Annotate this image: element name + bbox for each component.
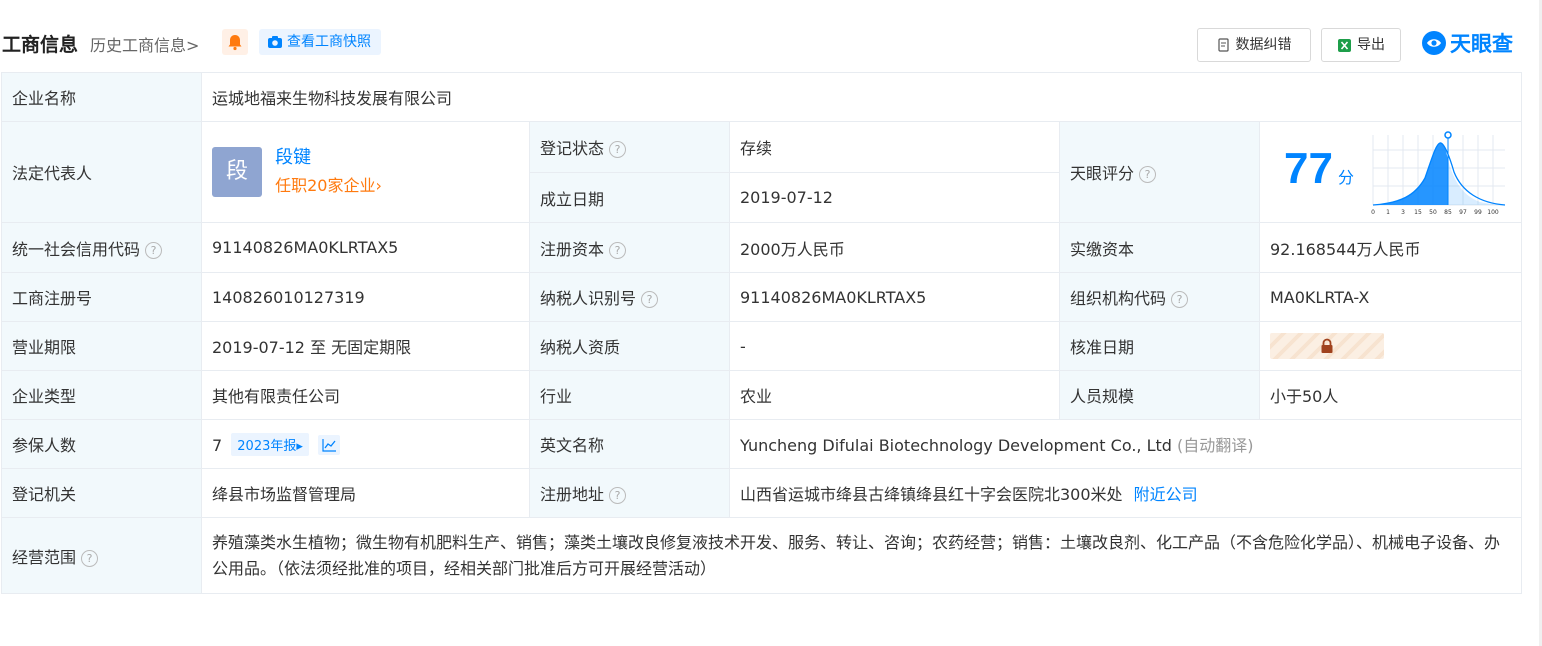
chart-tick: 97	[1459, 209, 1467, 216]
avatar[interactable]: 段	[212, 147, 262, 197]
credit-code-label: 统一社会信用代码?	[1, 222, 202, 273]
help-icon[interactable]: ?	[641, 291, 659, 308]
export-button[interactable]: 导出	[1321, 28, 1401, 62]
chart-tick: 15	[1414, 209, 1422, 216]
table-row: 企业名称 运城地福来生物科技发展有限公司	[1, 72, 1522, 122]
company-name-value: 运城地福来生物科技发展有限公司	[201, 72, 1522, 122]
reg-number-value: 140826010127319	[201, 272, 530, 322]
scope-value: 养殖藻类水生植物；微生物有机肥料生产、销售；藻类土壤改良修复液技术开发、服务、转…	[201, 517, 1522, 594]
legal-rep-cell: 段 段键 任职20家企业›	[201, 121, 530, 223]
chart-tick: 3	[1401, 209, 1405, 216]
company-type-label: 企业类型	[1, 370, 202, 420]
annual-report-button[interactable]: 2023年报▸	[231, 432, 309, 456]
bell-icon[interactable]	[222, 29, 248, 55]
scope-label: 经营范围?	[1, 517, 202, 594]
chart-tick: 1	[1386, 209, 1390, 216]
help-icon[interactable]: ?	[81, 549, 99, 567]
auto-translate-note: (自动翻译)	[1177, 436, 1254, 455]
table-row: 企业类型 其他有限责任公司 行业 农业 人员规模 小于50人	[1, 370, 1522, 420]
section-header: 工商信息 历史工商信息> 查看工商快照 数据纠错 导出 天眼查	[0, 28, 1542, 62]
data-correct-button[interactable]: 数据纠错	[1197, 28, 1311, 62]
table-row: 营业期限 2019-07-12 至 无固定期限 纳税人资质 - 核准日期	[1, 321, 1522, 371]
approval-date-label: 核准日期	[1059, 321, 1260, 371]
reg-status-label: 登记状态?	[529, 121, 730, 173]
taxpayer-id-label: 纳税人识别号?	[529, 272, 730, 322]
insured-cell: 7 2023年报▸	[201, 419, 530, 469]
address-value: 山西省运城市绛县古绛镇绛县红十字会医院北300米处	[740, 485, 1123, 504]
score-unit: 分	[1338, 168, 1355, 187]
history-info-link[interactable]: 历史工商信息>	[90, 32, 199, 56]
chart-tick: 0	[1371, 209, 1375, 216]
help-icon[interactable]: ?	[609, 487, 627, 504]
taxpayer-qual-value: -	[729, 321, 1060, 371]
authority-label: 登记机关	[1, 468, 202, 518]
score-distribution-chart: 0 1 3 15 50 85 97 99 100	[1371, 131, 1506, 216]
locked-value[interactable]	[1270, 333, 1384, 359]
nearby-companies-link[interactable]: 附近公司	[1134, 485, 1198, 504]
founded-value: 2019-07-12	[729, 172, 1060, 223]
legal-rep-name-link[interactable]: 段键	[275, 144, 382, 172]
score-cell[interactable]: 77 分 0 1 3 15 50 85 97 99 100	[1259, 121, 1522, 223]
help-icon[interactable]: ?	[609, 141, 627, 158]
english-name-cell: Yuncheng Difulai Biotechnology Developme…	[729, 419, 1522, 469]
table-row: 法定代表人 段 段键 任职20家企业› 登记状态? 存续 天眼评分? 77 分	[1, 121, 1522, 223]
paid-capital-value: 92.168544万人民币	[1259, 222, 1522, 273]
help-icon[interactable]: ?	[145, 241, 163, 259]
insured-value: 7	[212, 435, 223, 455]
chart-tick: 50	[1429, 209, 1437, 216]
reg-capital-value: 2000万人民币	[729, 222, 1060, 273]
staff-size-value: 小于50人	[1259, 370, 1522, 420]
section-title: 工商信息	[2, 34, 79, 56]
insured-label: 参保人数	[1, 419, 202, 469]
positions-link[interactable]: 任职20家企业›	[275, 172, 382, 200]
staff-size-label: 人员规模	[1059, 370, 1260, 420]
credit-code-value: 91140826MA0KLRTAX5	[201, 222, 530, 273]
term-label: 营业期限	[1, 321, 202, 371]
tianyancha-logo: 天眼查	[1421, 28, 1513, 58]
business-info-table: 企业名称 运城地福来生物科技发展有限公司 法定代表人 段 段键 任职20家企业›…	[1, 72, 1522, 594]
help-icon[interactable]: ?	[609, 241, 627, 259]
eye-logo-icon	[1422, 31, 1446, 55]
chart-tick: 85	[1444, 209, 1452, 216]
table-row: 工商注册号 140826010127319 纳税人识别号? 91140826MA…	[1, 272, 1522, 322]
approval-date-value	[1259, 321, 1522, 371]
chart-tick: 100	[1487, 209, 1499, 216]
table-row: 参保人数 7 2023年报▸ 英文名称 Yuncheng Difulai Bio…	[1, 419, 1522, 469]
address-cell: 山西省运城市绛县古绛镇绛县红十字会医院北300米处 附近公司	[729, 468, 1522, 518]
english-name-label: 英文名称	[529, 419, 730, 469]
chart-tick: 99	[1474, 209, 1482, 216]
document-edit-icon	[1217, 38, 1229, 52]
authority-value: 绛县市场监督管理局	[201, 468, 530, 518]
org-code-value: MA0KLRTA-X	[1259, 272, 1522, 322]
taxpayer-id-value: 91140826MA0KLRTAX5	[729, 272, 1060, 322]
industry-value: 农业	[729, 370, 1060, 420]
excel-icon	[1338, 38, 1351, 52]
help-icon[interactable]: ?	[1139, 166, 1157, 183]
table-row: 统一社会信用代码? 91140826MA0KLRTAX5 注册资本? 2000万…	[1, 222, 1522, 273]
trend-chart-icon[interactable]	[318, 434, 340, 455]
legal-rep-label: 法定代表人	[1, 121, 202, 223]
founded-label: 成立日期	[529, 172, 730, 223]
reg-status-value: 存续	[729, 121, 1060, 173]
table-row: 登记机关 绛县市场监督管理局 注册地址? 山西省运城市绛县古绛镇绛县红十字会医院…	[1, 468, 1522, 518]
snapshot-label: 查看工商快照	[287, 34, 371, 50]
industry-label: 行业	[529, 370, 730, 420]
term-value: 2019-07-12 至 无固定期限	[201, 321, 530, 371]
table-row: 经营范围? 养殖藻类水生植物；微生物有机肥料生产、销售；藻类土壤改良修复液技术开…	[1, 517, 1522, 594]
lock-icon	[1321, 338, 1333, 353]
score-value: 77	[1284, 144, 1333, 193]
english-name-value: Yuncheng Difulai Biotechnology Developme…	[740, 436, 1172, 455]
taxpayer-qual-label: 纳税人资质	[529, 321, 730, 371]
reg-capital-label: 注册资本?	[529, 222, 730, 273]
help-icon[interactable]: ?	[1171, 291, 1189, 308]
company-type-value: 其他有限责任公司	[201, 370, 530, 420]
org-code-label: 组织机构代码?	[1059, 272, 1260, 322]
reg-number-label: 工商注册号	[1, 272, 202, 322]
snapshot-button[interactable]: 查看工商快照	[259, 29, 381, 55]
paid-capital-label: 实缴资本	[1059, 222, 1260, 273]
camera-icon	[268, 36, 282, 48]
company-name-label: 企业名称	[1, 72, 202, 122]
score-label: 天眼评分?	[1059, 121, 1260, 223]
address-label: 注册地址?	[529, 468, 730, 518]
